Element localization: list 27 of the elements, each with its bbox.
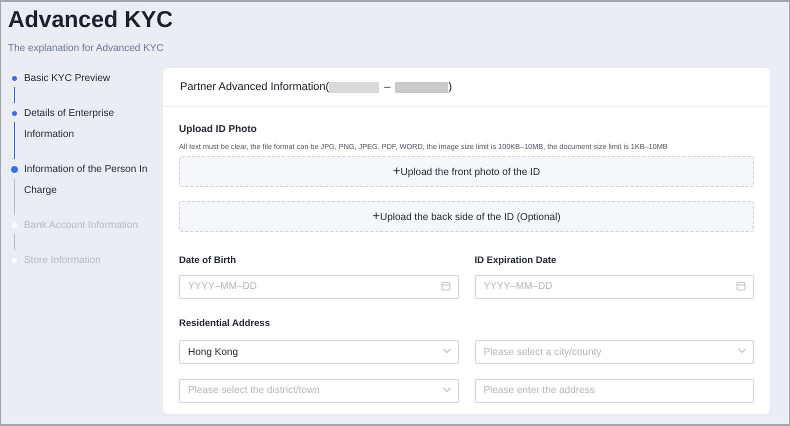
section-label: Residential Address [179, 316, 271, 330]
step-label[interactable]: Details of Enterprise Information [24, 103, 157, 159]
redaction-mark [329, 82, 380, 92]
field-label: Date of Birth [179, 254, 237, 268]
select-field[interactable]: Please select the district/town [179, 378, 458, 402]
card-title: Partner Advanced Information( [180, 80, 330, 95]
step-label[interactable]: Information of the Person In Charge [24, 159, 157, 215]
calendar-icon [440, 280, 450, 291]
page-subtitle: The explanation for Advanced KYC [8, 42, 165, 56]
select-field[interactable]: Hong Kong [179, 340, 458, 364]
title-separator: – [384, 80, 390, 95]
section-label: Upload ID Photo [179, 123, 258, 137]
card-title: ) [448, 80, 452, 95]
chevron-down-icon [442, 387, 450, 392]
chevron-down-icon [738, 348, 746, 354]
redaction-mark [395, 82, 448, 92]
select-field[interactable]: Please select a city/county [474, 340, 754, 364]
calendar-icon [736, 280, 746, 291]
date-field[interactable]: YYYY–MM–DD [474, 274, 754, 298]
step-label[interactable]: Basic KYC Preview [24, 68, 110, 103]
chevron-down-icon [442, 348, 450, 354]
upload-button[interactable]: +Upload the front photo of the ID [179, 156, 754, 187]
upload-button[interactable]: +Upload the back side of the ID (Optional) [179, 201, 754, 232]
field-label: ID Expiration Date [474, 254, 558, 268]
date-field[interactable]: YYYY–MM–DD [179, 274, 458, 298]
input-field[interactable]: Please enter the address [474, 378, 754, 402]
page-title: Advanced KYC [8, 5, 174, 34]
